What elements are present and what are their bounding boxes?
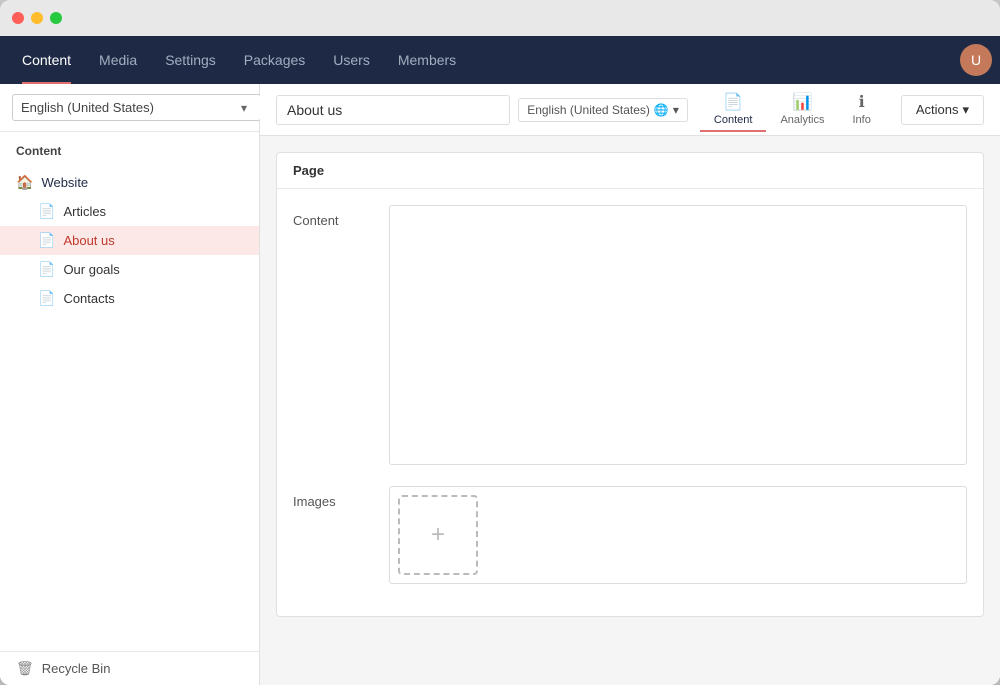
plus-icon: + <box>431 521 445 549</box>
nav-item-packages[interactable]: Packages <box>230 36 319 84</box>
chevron-down-icon: ▾ <box>673 103 679 117</box>
content-field-label: Content <box>293 205 373 228</box>
analytics-tab-icon: 📊 <box>792 92 812 112</box>
images-field-label: Images <box>293 486 373 509</box>
content-tab-icon: 📄 <box>723 92 743 112</box>
actions-button[interactable]: Actions ▾ <box>901 95 984 125</box>
app-window: Content Media Settings Packages Users Me… <box>0 0 1000 685</box>
sidebar: English (United States) ▾ Content 🏠 Webs… <box>0 84 260 685</box>
panel-body: Content Images + <box>277 189 983 616</box>
home-icon: 🏠 <box>16 174 33 191</box>
language-select[interactable]: English (United States) <box>12 94 261 121</box>
nav-item-settings[interactable]: Settings <box>151 36 230 84</box>
info-tab-icon: ℹ <box>859 92 865 112</box>
maximize-button[interactable] <box>50 12 62 24</box>
tree-item-our-goals[interactable]: 📄 Our goals <box>0 255 259 284</box>
content-area: English (United States) 🌐 ▾ 📄 Content 📊 … <box>260 84 1000 685</box>
images-field-input: + <box>389 486 967 584</box>
avatar[interactable]: U <box>960 44 992 76</box>
tab-content[interactable]: 📄 Content <box>700 88 767 132</box>
tree-item-about-us[interactable]: 📄 About us <box>0 226 259 255</box>
tab-analytics[interactable]: 📊 Analytics <box>766 88 838 132</box>
content-textarea[interactable] <box>389 205 967 465</box>
page-icon: 📄 <box>38 232 55 249</box>
add-image-button[interactable]: + <box>398 495 478 575</box>
content-field-row: Content <box>293 205 967 470</box>
page-icon: 📄 <box>38 261 55 278</box>
nav-item-media[interactable]: Media <box>85 36 151 84</box>
tree-item-articles[interactable]: 📄 Articles <box>0 197 259 226</box>
tab-info[interactable]: ℹ Info <box>838 88 884 132</box>
content-language-badge[interactable]: English (United States) 🌐 ▾ <box>518 98 688 122</box>
page-content: Page Content Images <box>260 136 1000 685</box>
main-area: English (United States) ▾ Content 🏠 Webs… <box>0 84 1000 685</box>
panel-header: Page <box>277 153 983 189</box>
minimize-button[interactable] <box>31 12 43 24</box>
toolbar-tabs: 📄 Content 📊 Analytics ℹ Info <box>700 88 885 132</box>
images-area: + <box>389 486 967 584</box>
trash-icon: 🗑 <box>16 660 34 677</box>
page-icon: 📄 <box>38 203 55 220</box>
sidebar-tree: 🏠 Website 📄 Articles 📄 About us 📄 Our go… <box>0 164 259 651</box>
nav-item-users[interactable]: Users <box>319 36 384 84</box>
images-field-row: Images + <box>293 486 967 584</box>
tree-item-website[interactable]: 🏠 Website <box>0 168 259 197</box>
tree-item-contacts[interactable]: 📄 Contacts <box>0 284 259 313</box>
recycle-bin-item[interactable]: 🗑 Recycle Bin <box>0 651 259 685</box>
flag-icon: 🌐 <box>654 103 669 117</box>
titlebar <box>0 0 1000 36</box>
nav-item-content[interactable]: Content <box>8 36 85 84</box>
navbar: Content Media Settings Packages Users Me… <box>0 36 1000 84</box>
language-selector: English (United States) ▾ <box>0 84 259 132</box>
page-icon: 📄 <box>38 290 55 307</box>
content-field-input <box>389 205 967 470</box>
nav-item-members[interactable]: Members <box>384 36 470 84</box>
page-panel: Page Content Images <box>276 152 984 617</box>
content-toolbar: English (United States) 🌐 ▾ 📄 Content 📊 … <box>260 84 1000 136</box>
actions-chevron-icon: ▾ <box>962 102 969 118</box>
close-button[interactable] <box>12 12 24 24</box>
page-title-input[interactable] <box>276 95 510 125</box>
sidebar-section-title: Content <box>0 132 259 164</box>
